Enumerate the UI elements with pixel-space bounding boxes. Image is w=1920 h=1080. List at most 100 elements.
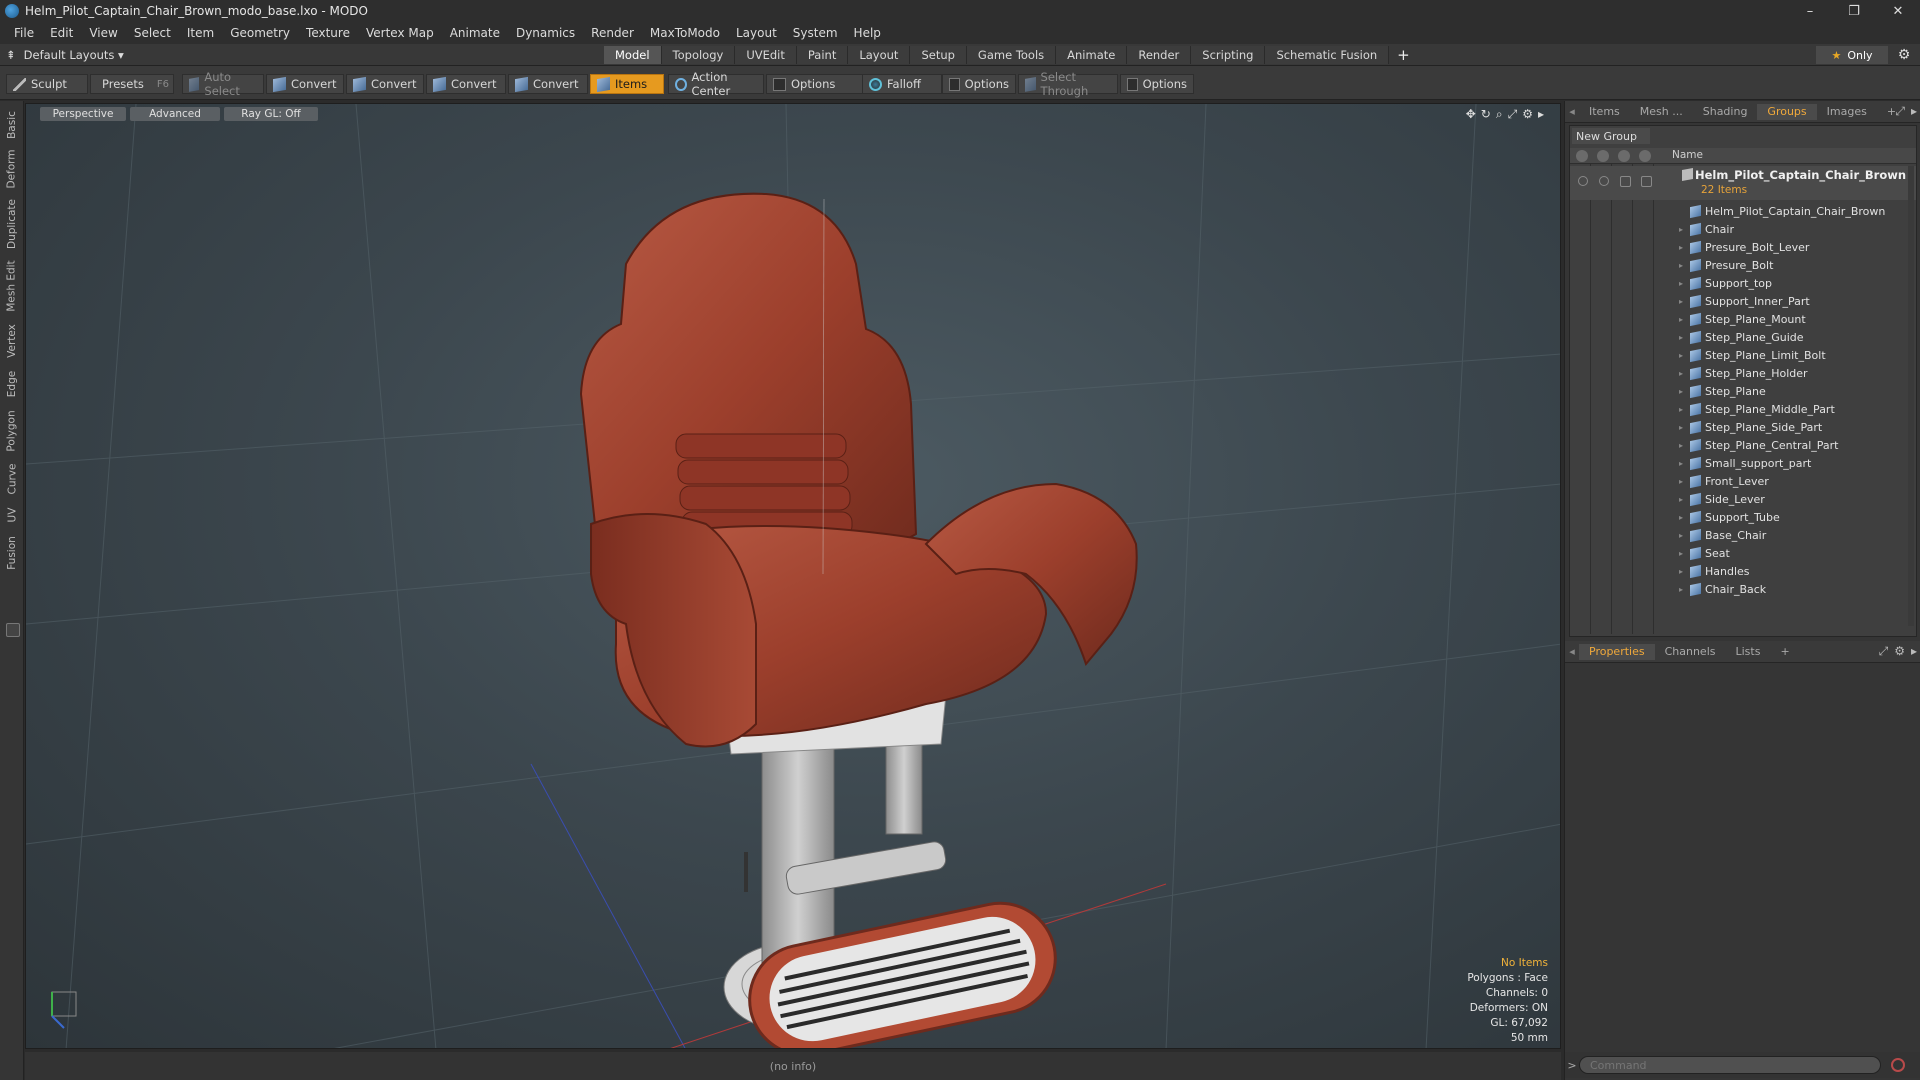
expand-arrow-icon[interactable]: ▸ bbox=[1679, 585, 1683, 594]
menu-animate[interactable]: Animate bbox=[442, 26, 508, 40]
menu-select[interactable]: Select bbox=[126, 26, 179, 40]
layout-selector[interactable]: ⇞ Default Layouts ▾ bbox=[6, 47, 124, 63]
convert-vertices-button[interactable]: Convert bbox=[266, 74, 344, 94]
lock-column-icon[interactable] bbox=[1618, 150, 1630, 162]
expand-arrow-icon[interactable]: ▸ bbox=[1679, 369, 1683, 378]
group-list-item[interactable]: ▸ Handles bbox=[1570, 562, 1916, 580]
menu-dynamics[interactable]: Dynamics bbox=[508, 26, 583, 40]
expand-arrow-icon[interactable]: ▸ bbox=[1679, 549, 1683, 558]
menu-view[interactable]: View bbox=[81, 26, 125, 40]
expand-arrow-icon[interactable]: ▸ bbox=[1679, 333, 1683, 342]
3d-viewport[interactable]: Perspective Advanced Ray GL: Off ✥ ↻ ⌕ ⤢… bbox=[25, 103, 1561, 1049]
expand-arrow-icon[interactable]: ▸ bbox=[1679, 225, 1683, 234]
tab-deform[interactable]: Deform bbox=[2, 147, 22, 191]
tab-animate[interactable]: Animate bbox=[1056, 46, 1128, 64]
tab-uv[interactable]: UV bbox=[2, 503, 22, 527]
tab-basic[interactable]: Basic bbox=[2, 107, 22, 143]
tab-items[interactable]: Items bbox=[1579, 104, 1630, 120]
menu-file[interactable]: File bbox=[6, 26, 42, 40]
expand-arrow-icon[interactable]: ▸ bbox=[1679, 261, 1683, 270]
tab-duplicate[interactable]: Duplicate bbox=[2, 197, 22, 251]
menu-layout[interactable]: Layout bbox=[728, 26, 785, 40]
presets-button[interactable]: Presets F6 bbox=[90, 74, 174, 94]
menu-edit[interactable]: Edit bbox=[42, 26, 81, 40]
select-toggle[interactable] bbox=[1641, 176, 1652, 187]
expand-arrow-icon[interactable]: ▸ bbox=[1679, 315, 1683, 324]
close-button[interactable]: ✕ bbox=[1876, 0, 1920, 22]
tab-render[interactable]: Render bbox=[1127, 46, 1192, 64]
command-input[interactable] bbox=[1579, 1056, 1881, 1074]
group-list-item[interactable]: ▸ Step_Plane_Limit_Bolt bbox=[1570, 346, 1916, 364]
add-panel-tab-icon[interactable]: + bbox=[1770, 644, 1799, 660]
convert-items-button[interactable]: Convert bbox=[508, 74, 588, 94]
group-list-item[interactable]: ▸ Presure_Bolt bbox=[1570, 256, 1916, 274]
tab-groups[interactable]: Groups bbox=[1757, 103, 1817, 120]
sculpt-button[interactable]: Sculpt bbox=[6, 74, 88, 94]
maximize-button[interactable]: ❐ bbox=[1832, 0, 1876, 22]
add-tab-icon[interactable]: + bbox=[1389, 46, 1418, 64]
stop-icon[interactable] bbox=[1891, 1058, 1905, 1072]
tab-polygon[interactable]: Polygon bbox=[2, 407, 22, 455]
auto-select-button[interactable]: Auto Select bbox=[182, 70, 264, 98]
action-center-options-button[interactable]: Options bbox=[766, 74, 866, 94]
group-list-item[interactable]: ▸ Front_Lever bbox=[1570, 472, 1916, 490]
only-toggle[interactable]: ★ Only bbox=[1816, 46, 1888, 64]
group-list-item[interactable]: ▸ Support_Tube bbox=[1570, 508, 1916, 526]
select-through-options-button[interactable]: Options bbox=[1120, 74, 1194, 94]
shading-mode-button[interactable]: Advanced bbox=[130, 107, 220, 121]
group-list-item[interactable]: ▸ Support_Inner_Part bbox=[1570, 292, 1916, 310]
tab-edge[interactable]: Edge bbox=[2, 367, 22, 401]
groups-scrollbar[interactable] bbox=[1908, 166, 1914, 626]
expand-arrow-icon[interactable]: ▸ bbox=[1679, 567, 1683, 576]
group-list-item[interactable]: ▸ Step_Plane_Central_Part bbox=[1570, 436, 1916, 454]
group-list-item[interactable]: ▸ Presure_Bolt_Lever bbox=[1570, 238, 1916, 256]
panel-settings-icon[interactable]: ⚙ bbox=[1894, 644, 1905, 659]
group-list-item[interactable]: ▸ Seat bbox=[1570, 544, 1916, 562]
group-list-item[interactable]: ▸ Step_Plane_Middle_Part bbox=[1570, 400, 1916, 418]
expand-arrow-icon[interactable]: ▸ bbox=[1679, 459, 1683, 468]
tab-properties[interactable]: Properties bbox=[1579, 643, 1655, 660]
panel-menu-icon[interactable]: ▸ bbox=[1911, 644, 1917, 659]
expand-arrow-icon[interactable]: ▸ bbox=[1679, 513, 1683, 522]
panel-grip-icon[interactable]: ◂ bbox=[1565, 644, 1579, 660]
select-through-button[interactable]: Select Through bbox=[1018, 70, 1118, 98]
group-list-item[interactable]: ▸ Side_Lever bbox=[1570, 490, 1916, 508]
rotate-view-icon[interactable]: ↻ bbox=[1481, 107, 1491, 122]
menu-maxtomodo[interactable]: MaxToModo bbox=[642, 26, 728, 40]
render-toggle-icon[interactable] bbox=[1599, 176, 1609, 186]
tab-mesh-edit[interactable]: Mesh Edit bbox=[2, 257, 22, 315]
tab-game-tools[interactable]: Game Tools bbox=[966, 46, 1057, 64]
group-list-item[interactable]: Helm_Pilot_Captain_Chair_Brown bbox=[1570, 202, 1916, 220]
expand-arrow-icon[interactable]: ▸ bbox=[1679, 405, 1683, 414]
tab-uvedit[interactable]: UVEdit bbox=[735, 46, 797, 64]
minimize-button[interactable]: – bbox=[1788, 0, 1832, 22]
select-column-icon[interactable] bbox=[1639, 150, 1651, 162]
fit-view-icon[interactable]: ⤢ bbox=[1508, 107, 1518, 122]
tab-schematic-fusion[interactable]: Schematic Fusion bbox=[1265, 46, 1390, 64]
menu-vertex-map[interactable]: Vertex Map bbox=[358, 26, 442, 40]
view-mode-button[interactable]: Perspective bbox=[40, 107, 126, 121]
tab-mesh[interactable]: Mesh ... bbox=[1630, 104, 1693, 120]
name-column-header[interactable]: Name bbox=[1672, 149, 1703, 161]
expand-arrow-icon[interactable]: ▸ bbox=[1679, 495, 1683, 504]
group-list-item[interactable]: ▸ Chair_Back bbox=[1570, 580, 1916, 598]
tab-images[interactable]: Images bbox=[1817, 104, 1877, 120]
falloff-options-button[interactable]: Options bbox=[942, 74, 1016, 94]
raygl-button[interactable]: Ray GL: Off bbox=[224, 107, 318, 121]
items-mode-button[interactable]: Items bbox=[590, 74, 664, 94]
eye-icon[interactable] bbox=[1578, 176, 1588, 186]
expand-arrow-icon[interactable]: ▸ bbox=[1679, 279, 1683, 288]
menu-help[interactable]: Help bbox=[846, 26, 889, 40]
expand-arrow-icon[interactable]: ▸ bbox=[1679, 441, 1683, 450]
tab-topology[interactable]: Topology bbox=[661, 46, 736, 64]
expand-arrow-icon[interactable]: ▸ bbox=[1679, 351, 1683, 360]
group-list-item[interactable]: ▸ Small_support_part bbox=[1570, 454, 1916, 472]
expand-arrow-icon[interactable]: ▸ bbox=[1679, 243, 1683, 252]
expand-arrow-icon[interactable]: ▸ bbox=[1679, 387, 1683, 396]
group-list-item[interactable]: ▸ Step_Plane_Holder bbox=[1570, 364, 1916, 382]
expand-arrow-icon[interactable]: ▸ bbox=[1679, 297, 1683, 306]
move-view-icon[interactable]: ✥ bbox=[1466, 107, 1476, 122]
tab-scripting[interactable]: Scripting bbox=[1191, 46, 1266, 64]
viewport-menu-icon[interactable]: ▸ bbox=[1538, 107, 1544, 122]
convert-edges-button[interactable]: Convert bbox=[346, 74, 424, 94]
